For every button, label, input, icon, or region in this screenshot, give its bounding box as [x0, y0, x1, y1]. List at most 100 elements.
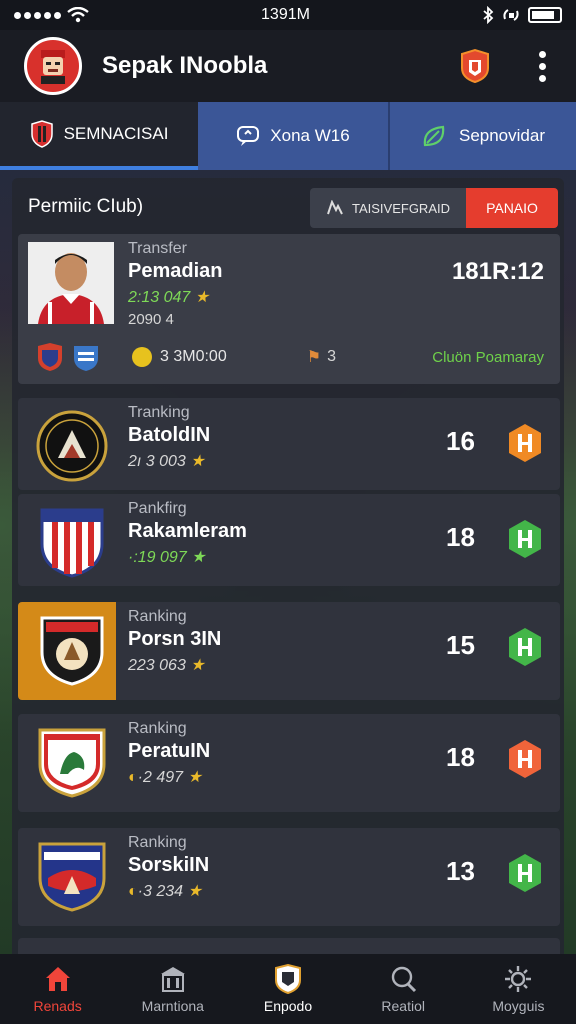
home-icon	[45, 967, 70, 991]
club-stats: 2ı 3 003 ★	[128, 453, 205, 470]
status-bar: 1391M	[0, 0, 576, 30]
more-menu-icon[interactable]	[532, 50, 552, 82]
star-icon: ★	[190, 453, 205, 470]
wifi-icon	[67, 7, 89, 23]
club-stats: ·:19 097 ★	[128, 549, 206, 566]
search-icon	[392, 966, 417, 993]
club-name: Rakamleram	[128, 520, 247, 542]
nav-label: Renads	[33, 998, 82, 1014]
shield-icon	[30, 120, 53, 148]
featured-footer: 3 3M0:00 ⚑ 3 Cluön Poamaray	[36, 342, 544, 372]
flag-icon: ⚑	[306, 349, 322, 366]
star-icon: ★	[187, 883, 202, 900]
ranking-text: Tranking BatoldIN 2ı 3 003 ★	[128, 404, 210, 471]
nav-item-renads[interactable]: Renads	[0, 954, 115, 1024]
featured-sub: 2090 4	[128, 311, 174, 328]
nav-label: Moyguis	[492, 998, 545, 1014]
rank-badge-icon	[509, 740, 541, 778]
filter-toggle: TAISIVEFGRAID PANAIO	[310, 188, 558, 228]
rank-number: 18	[446, 522, 475, 552]
rank-number: 18	[446, 742, 475, 772]
rank-number: 16	[446, 426, 475, 456]
rank-badge-icon	[509, 424, 541, 462]
featured-transfer-card[interactable]: Transfer Pemadian 2:13 047 ★ 2090 4 181R…	[18, 234, 560, 384]
ranking-label: Ranking	[128, 720, 187, 737]
leaf-icon	[423, 125, 445, 147]
app-header: Sepak INoobla	[0, 30, 576, 102]
club-crest-icon	[36, 410, 108, 482]
tab-xona[interactable]: Xona W16	[198, 102, 390, 170]
signal-icon	[14, 11, 61, 19]
ranking-label: Pankfirg	[128, 500, 187, 517]
rank-badge-icon	[509, 854, 541, 892]
club-promo-link[interactable]: Cluön Poamaray	[432, 349, 544, 366]
ranking-card[interactable]: Ranking SorskiIN ◐·3 234 ★ 13	[18, 828, 560, 926]
tab-label: SEMNACISAI	[63, 124, 169, 143]
nav-label: Enpodo	[263, 998, 313, 1014]
tab-label: Sepnovidar	[458, 126, 545, 145]
club-crest-icon	[38, 343, 62, 371]
star-icon: ★	[190, 657, 205, 674]
rotation-lock-icon	[503, 9, 519, 21]
tab-semnacisai[interactable]: SEMNACISAI	[0, 102, 198, 170]
featured-score: 181R:12	[451, 258, 544, 285]
rank-number: 13	[446, 856, 475, 886]
mascot-icon	[41, 50, 65, 84]
status-time: 1391M	[261, 6, 310, 23]
ranking-card[interactable]: Tranking BatoldIN 2ı 3 003 ★ 16	[18, 398, 560, 490]
featured-flags: 3	[327, 348, 336, 365]
rank-badge-icon	[509, 628, 541, 666]
nav-item-enpodo[interactable]: Enpodo	[230, 954, 345, 1024]
ranking-card[interactable]: Ranking PeratuIN ◐·2 497 ★ 18	[18, 714, 560, 812]
shield-icon[interactable]	[458, 48, 492, 84]
ranking-text: Ranking Porsn 3IN 223 063 ★	[128, 608, 221, 675]
club-crest-icon	[74, 346, 98, 371]
nav-label: Reatiol	[381, 998, 425, 1014]
star-icon: ★	[194, 289, 210, 306]
coin-icon	[132, 347, 152, 367]
ranking-label: Tranking	[128, 404, 190, 421]
club-name: BatoldIN	[128, 424, 211, 446]
battery-icon	[527, 7, 562, 23]
club-stats: ◐·3 234 ★	[128, 883, 202, 900]
panaio-button[interactable]: PANAIO	[466, 188, 558, 228]
app-logo[interactable]	[24, 37, 82, 95]
tab-sepnovidar[interactable]: Sepnovidar	[390, 102, 576, 170]
filter-button[interactable]: TAISIVEFGRAID	[310, 188, 466, 228]
app-title: Sepak INoobla	[102, 52, 268, 79]
filter-label: TAISIVEFGRAID	[352, 200, 450, 216]
panel-title: Permiic CIub)	[28, 196, 144, 217]
star-icon: ★	[191, 549, 206, 566]
status-right	[482, 6, 562, 24]
club-crest-icon	[38, 728, 106, 798]
ranking-label: Ranking	[128, 834, 187, 851]
status-left	[14, 7, 89, 23]
club-stats: ◐·2 497 ★	[128, 769, 202, 786]
club-name: Porsn 3IN	[128, 628, 222, 650]
building-icon	[160, 967, 185, 992]
filter-icon	[327, 200, 343, 215]
featured-name: Pemadian	[128, 260, 223, 282]
player-photo	[28, 242, 114, 324]
nav-item-marntiona[interactable]: Marntiona	[115, 954, 230, 1024]
club-stats: 223 063 ★	[128, 657, 205, 674]
featured-label: Transfer	[128, 240, 187, 257]
ranking-text: Pankfirg Rakamleram ·:19 097 ★	[128, 500, 247, 567]
featured-time: 3 3M0:00	[160, 348, 227, 365]
ranking-card[interactable]: Ranking Porsn 3IN 223 063 ★ 15	[18, 602, 560, 700]
rank-badge-icon	[509, 520, 541, 558]
chat-icon	[237, 126, 260, 146]
club-crest-icon	[40, 616, 104, 686]
tab-label: Xona W16	[270, 126, 350, 145]
rank-number: 15	[446, 630, 475, 660]
ranking-card[interactable]: Pankfirg Rakamleram ·:19 097 ★ 18	[18, 494, 560, 586]
bottom-nav: Renads Marntiona Enpodo Reatiol Moyguis	[0, 954, 576, 1024]
nav-item-moyguis[interactable]: Moyguis	[461, 954, 576, 1024]
ranking-text: Ranking PeratuIN ◐·2 497 ★	[128, 720, 210, 787]
nav-item-reatiol[interactable]: Reatiol	[346, 954, 461, 1024]
bluetooth-icon	[483, 6, 494, 24]
club-crest-icon	[40, 508, 104, 578]
ranking-label: Ranking	[128, 608, 187, 625]
ranking-text: Ranking SorskiIN ◐·3 234 ★	[128, 834, 209, 901]
featured-text: Transfer Pemadian 2:13 047 ★ 2090 4	[128, 240, 222, 328]
